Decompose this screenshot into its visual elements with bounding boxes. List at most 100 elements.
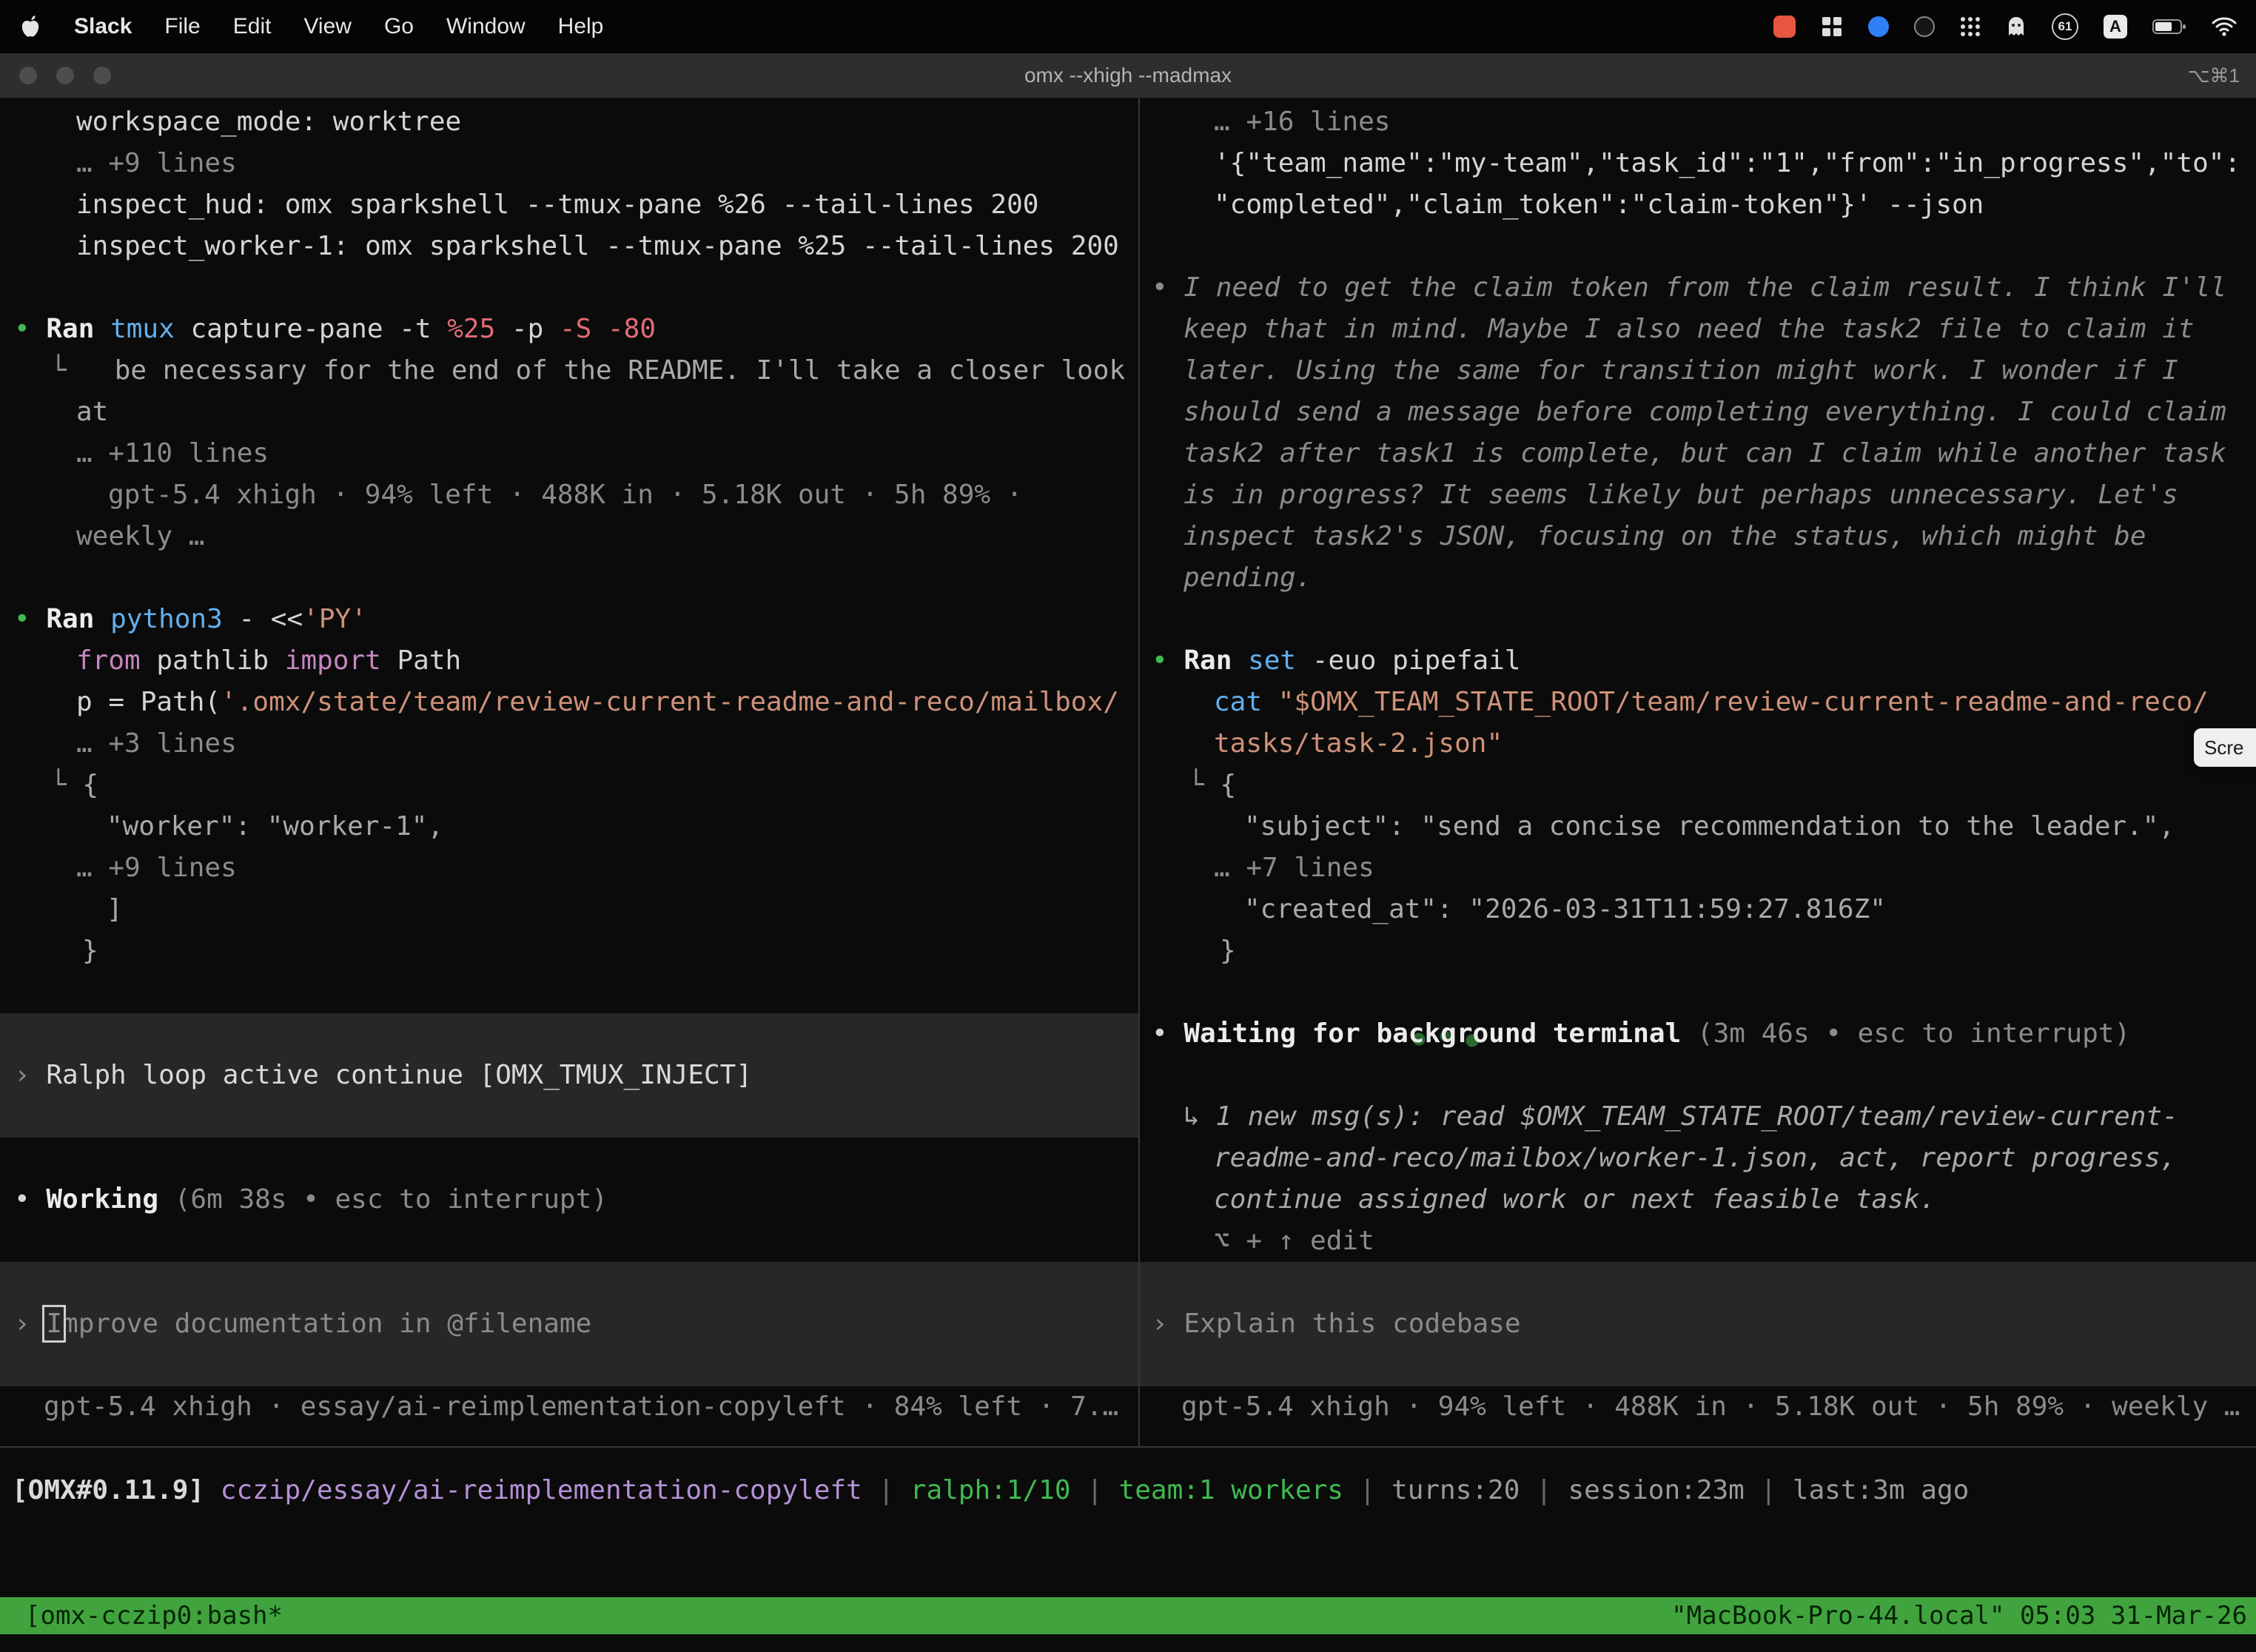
text-segment: -euo pipefail [1312,645,1521,676]
text-segment: └ [50,355,115,386]
prompt-suggestion[interactable]: › Explain this codebase [1140,1262,2256,1386]
output-line: weekly … [0,516,1138,557]
code-line: tasks/task-2.json" [1140,723,2256,765]
blank-line [0,972,1138,1013]
waiting-status-line: • Waiting for background terminal (3m 46… [1140,1013,2256,1055]
working-status-line: • Working (6m 38s • esc to interrupt) [0,1179,1138,1220]
blank-line [0,557,1138,599]
battery-icon[interactable] [2152,18,2186,36]
output-line: "worker": "worker-1", [0,806,1138,847]
text-segment: Path [397,645,461,676]
hud-line: inspect_hud: omx sparkshell --tmux-pane … [0,184,1138,226]
text-segment: (3m 46s • esc to interrupt) [1697,1018,2130,1049]
menu-item-window[interactable]: Window [446,14,526,39]
text-segment: Ran [46,604,110,634]
tmux-session-window: [omx-cczip0:bash* [25,1597,283,1634]
text-segment: └ [50,770,82,800]
output-line: └ { [0,765,1138,806]
thinking-line: • I need to get the claim token from the… [1140,267,2256,309]
thinking-line: later. Using the same for transition mig… [1140,350,2256,392]
text-segment: Waiting for background terminal [1184,1018,1697,1049]
window-grid-icon[interactable] [1821,16,1843,38]
text-segment: 'PY' [303,604,367,634]
omx-version: [OMX#0.11.9] [12,1475,204,1505]
screen-recording-icon[interactable] [1773,16,1796,38]
omx-team-status: team:1 workers [1119,1475,1343,1505]
text-segment: %25 [447,314,511,344]
text-segment: keep that in mind. Maybe I also need the… [1184,314,2194,344]
edit-hint-line: ⌥ + ↑ edit [1140,1220,2256,1262]
zoom-button[interactable] [93,67,111,84]
thinking-line: keep that in mind. Maybe I also need the… [1140,309,2256,350]
left-pane[interactable]: workspace_mode: worktree… +9 linesinspec… [0,98,1140,1446]
dark-app-icon[interactable] [1914,16,1935,37]
code-line: from pathlib import Path [0,640,1138,682]
thinking-line: should send a message before completing … [1140,392,2256,433]
apps-grid-icon[interactable] [1960,16,1981,37]
ralph-loop-banner: › Ralph loop active continue [OMX_TMUX_I… [0,1013,1138,1138]
text-segment: › [1152,1309,1184,1339]
text-segment: … +9 lines [76,853,237,883]
context-footer-line: gpt-5.4 xhigh · essay/ai-reimplementatio… [0,1386,1138,1428]
text-segment: import [285,645,397,676]
text-segment: capture-pane -t [190,314,447,344]
blue-app-icon[interactable] [1868,16,1889,37]
prompt-input[interactable]: › Improve documentation in @filename [0,1262,1138,1386]
text-segment: should send a message before completing … [1184,397,2226,427]
omx-branch: cczip/essay/ai-reimplementation-copyleft [221,1475,862,1505]
app-menu[interactable]: Slack [74,14,132,39]
wifi-icon[interactable] [2212,16,2237,37]
truncation-line: … +9 lines [0,847,1138,889]
omx-turns: turns:20 [1391,1475,1520,1505]
close-button[interactable] [19,67,37,84]
separator: | [862,1475,910,1505]
output-line: "subject": "send a concise recommendatio… [1140,806,2256,847]
output-line: } [0,930,1138,972]
blank-line [0,267,1138,309]
screen-capture-overlay[interactable]: Scre [2194,728,2256,767]
text-segment: -p [511,314,560,344]
blank-line [1140,1055,2256,1096]
text-segment: workspace_mode: worktree [76,107,461,137]
text-segment: • [1152,272,1184,303]
run-command-line: • Ran set -euo pipefail [1140,640,2256,682]
mailbox-notice-line: continue assigned work or next feasible … [1140,1179,2256,1220]
separator: | [1343,1475,1391,1505]
minimize-button[interactable] [56,67,74,84]
text-segment: ⌥ + ↑ edit [1214,1226,1374,1256]
menu-item-file[interactable]: File [164,14,200,39]
context-footer-line: gpt-5.4 xhigh · 94% left · 488K in · 5.1… [1140,1386,2256,1428]
thinking-line: pending. [1140,557,2256,599]
input-source-badge[interactable]: A [2104,15,2127,38]
text-segment: later. Using the same for transition mig… [1184,355,2178,386]
text-segment: gpt-5.4 xhigh · 94% left · 488K in · 5.1… [108,480,1022,510]
truncation-line: … +9 lines [0,143,1138,184]
right-pane[interactable]: … +16 lines'{"team_name":"my-team","task… [1140,98,2256,1446]
text-cursor: I [46,1309,62,1339]
truncation-line: … +3 lines [0,723,1138,765]
code-line: "completed","claim_token":"claim-token"}… [1140,184,2256,226]
text-segment: } [82,936,98,966]
apple-menu-icon[interactable] [19,15,41,38]
text-segment: gpt-5.4 xhigh · essay/ai-reimplementatio… [44,1391,1118,1422]
text-segment: • [1152,645,1184,676]
text-segment: Ran [46,314,110,344]
menu-item-help[interactable]: Help [558,14,604,39]
ghost-icon[interactable] [2006,16,2027,38]
text-segment: set [1248,645,1312,676]
text-segment: -S -80 [560,314,656,344]
battery-percent-badge[interactable]: 61 [2052,13,2078,40]
text-segment: is in progress? It seems likely but perh… [1184,480,2178,510]
menu-item-go[interactable]: Go [384,14,414,39]
output-line: └ be necessary for the end of the README… [0,350,1138,392]
text-segment: '.omx/state/team/review-current-readme-a… [221,687,1119,717]
window-title-bar: omx --xhigh --madmax ⌥⌘1 [0,53,2256,98]
code-line: cat "$OMX_TEAM_STATE_ROOT/team/review-cu… [1140,682,2256,723]
text-segment: p = Path( [76,687,221,717]
omx-session-time: session:23m [1568,1475,1744,1505]
menu-bar: Slack File Edit View Go Window Help 61 A [0,0,2256,53]
text-segment: pending. [1184,563,1312,593]
menu-item-view[interactable]: View [303,14,351,39]
menu-item-edit[interactable]: Edit [233,14,272,39]
output-line: at [0,392,1138,433]
